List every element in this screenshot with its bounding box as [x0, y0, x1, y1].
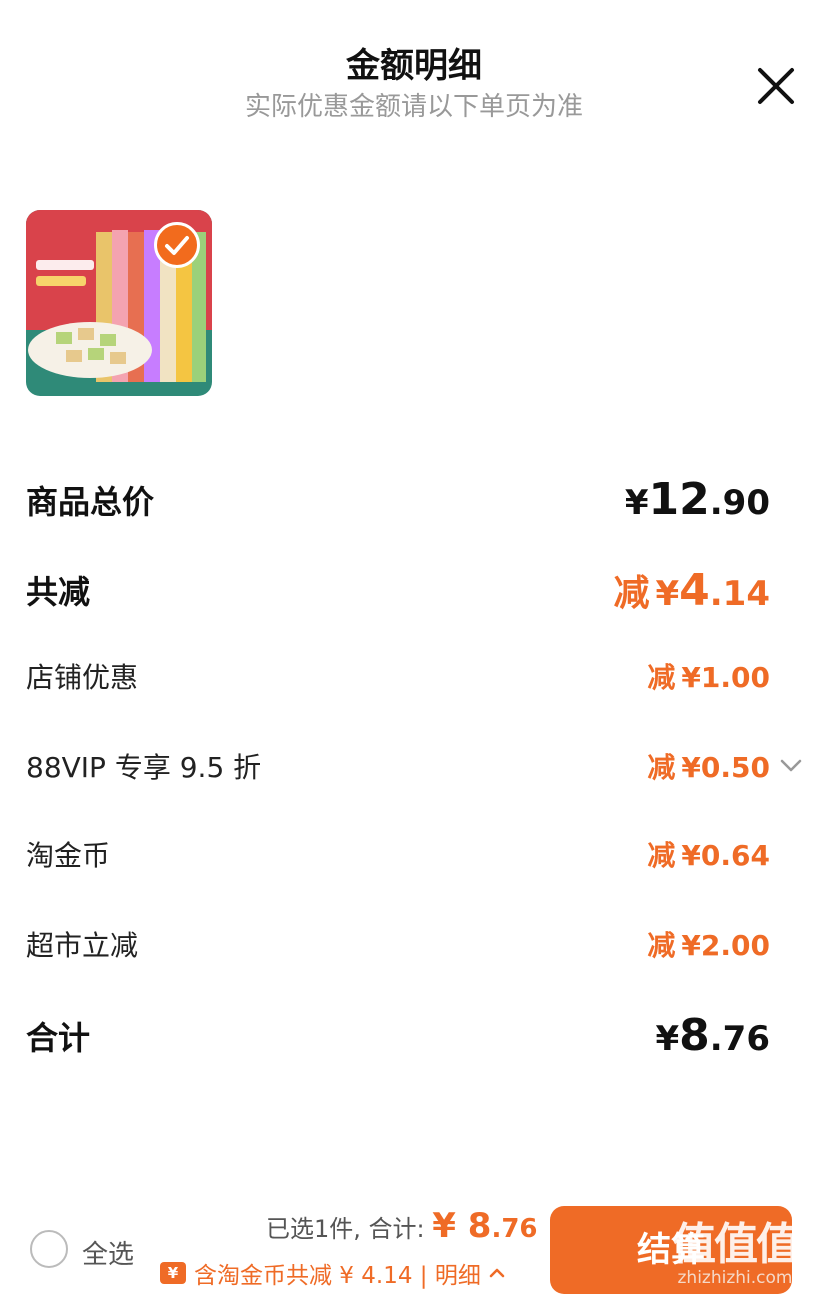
chevron-down-icon[interactable] — [778, 752, 804, 778]
row-total-price: 商品总价 ¥12.90 — [26, 474, 770, 525]
chevron-up-icon[interactable] — [487, 1263, 507, 1283]
row-sum: 合计 ¥8.76 — [26, 1010, 770, 1061]
supermarket-discount-value: 减 ¥2.00 — [647, 929, 770, 962]
selected-summary: 已选1件, 合计: ¥ 8.76 — [266, 1206, 538, 1246]
row-taobao-coin: 淘金币 减 ¥0.64 — [26, 834, 770, 874]
coin-discount-text: 含淘金币共减 ¥ 4.14 | 明细 — [194, 1263, 481, 1289]
row-total-discount: 共减 减 ¥4.14 — [26, 564, 770, 616]
sheet-subtitle: 实际优惠金额请以下单页为准 — [244, 92, 583, 122]
coin-ticket-icon: ¥ — [160, 1262, 186, 1284]
selected-count-text: 已选1件, 合计: — [266, 1215, 425, 1243]
watermark: 值值值 zhizhizhi.com — [650, 1208, 820, 1288]
select-all-radio[interactable] — [30, 1230, 68, 1268]
close-icon[interactable] — [754, 64, 798, 108]
row-shop-discount: 店铺优惠 减 ¥1.00 — [26, 656, 770, 696]
coin-discount-detail-link[interactable]: ¥ 含淘金币共减 ¥ 4.14 | 明细 — [160, 1256, 507, 1290]
vip-discount-value: 减 ¥0.50 — [647, 751, 770, 784]
row-supermarket-discount: 超市立减 减 ¥2.00 — [26, 924, 770, 964]
watermark-logo: 值值值 — [672, 1219, 800, 1270]
total-discount-label: 共减 — [26, 573, 91, 611]
taobao-coin-label: 淘金币 — [26, 839, 111, 872]
sum-label: 合计 — [26, 1018, 91, 1057]
total-price-value: ¥12.90 — [624, 474, 770, 525]
selected-check-icon[interactable] — [154, 222, 200, 268]
vip-discount-label: 88VIP 专享 9.5 折 — [26, 751, 262, 784]
select-all-label[interactable]: 全选 — [82, 1234, 134, 1271]
product-thumbnail[interactable] — [26, 210, 212, 396]
shop-discount-label: 店铺优惠 — [26, 661, 139, 694]
amount-detail-sheet: 金额明细 实际优惠金额请以下单页为准 商品总价 ¥12.90 共减 减 ¥4.1… — [0, 0, 828, 1300]
selected-total-price: ¥ 8.76 — [432, 1206, 538, 1246]
total-discount-value: 减 ¥4.14 — [613, 565, 770, 616]
total-price-label: 商品总价 — [26, 482, 155, 521]
supermarket-discount-label: 超市立减 — [26, 929, 139, 962]
sheet-title: 金额明细 — [346, 46, 482, 86]
shop-discount-value: 减 ¥1.00 — [647, 661, 770, 694]
sum-value: ¥8.76 — [655, 1010, 770, 1061]
taobao-coin-value: 减 ¥0.64 — [647, 839, 770, 872]
row-88vip-discount[interactable]: 88VIP 专享 9.5 折 减 ¥0.50 — [26, 746, 770, 786]
